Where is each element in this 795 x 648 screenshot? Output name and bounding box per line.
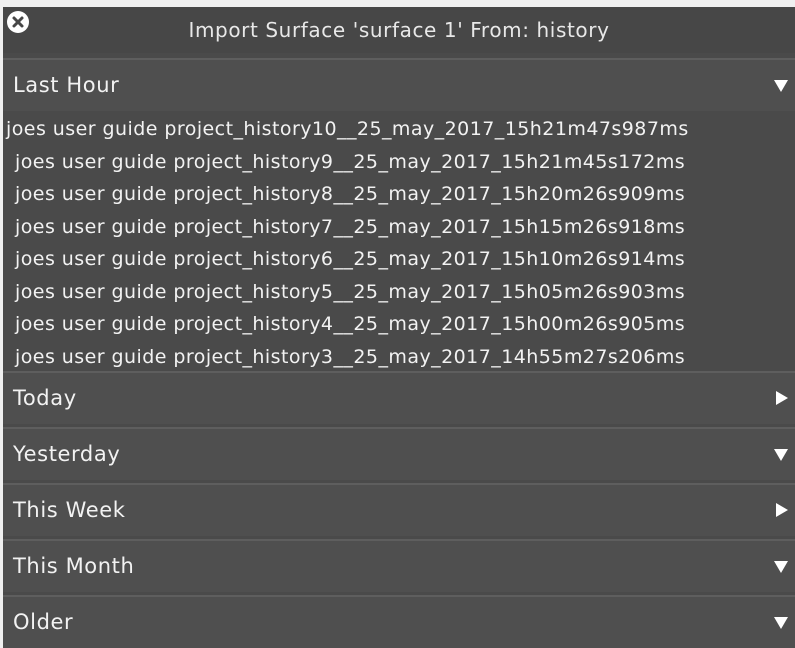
- section-yesterday[interactable]: Yesterday: [3, 427, 795, 480]
- section-label-this-week: This Week: [13, 498, 126, 522]
- history-item[interactable]: joes user guide project_history9__25_may…: [3, 146, 795, 179]
- history-item[interactable]: joes user guide project_history3__25_may…: [3, 341, 795, 374]
- triangle-down-icon[interactable]: [773, 558, 789, 574]
- history-item[interactable]: joes user guide project_history8__25_may…: [3, 178, 795, 211]
- history-item[interactable]: joes user guide project_history5__25_may…: [3, 276, 795, 309]
- history-item[interactable]: joes user guide project_history7__25_may…: [3, 211, 795, 244]
- history-item-label: joes user guide project_history3__25_may…: [15, 345, 686, 368]
- section-label-today: Today: [13, 386, 77, 410]
- dialog-titlebar: Import Surface 'surface 1' From: history: [3, 7, 795, 53]
- history-item-label: joes user guide project_history8__25_may…: [15, 183, 686, 205]
- section-label-last-hour: Last Hour: [13, 73, 120, 97]
- history-item-label: joes user guide project_history9__25_may…: [15, 150, 686, 173]
- history-item[interactable]: joes user guide project_history4__25_may…: [3, 308, 795, 341]
- history-list-last-hour: joes user guide project_history10__25_ma…: [3, 113, 795, 371]
- history-item-label: joes user guide project_history7__25_may…: [15, 215, 686, 238]
- import-surface-dialog: Import Surface 'surface 1' From: history…: [3, 7, 795, 648]
- triangle-down-icon[interactable]: [773, 446, 789, 462]
- section-this-month[interactable]: This Month: [3, 539, 795, 592]
- history-item[interactable]: joes user guide project_history6__25_may…: [3, 243, 795, 276]
- section-this-week[interactable]: This Week: [3, 483, 795, 536]
- history-item-label: joes user guide project_history10__25_ma…: [6, 118, 689, 140]
- section-label-yesterday: Yesterday: [13, 442, 121, 466]
- history-item-label: joes user guide project_history4__25_may…: [15, 313, 686, 335]
- section-last-hour[interactable]: Last Hour: [3, 58, 795, 111]
- triangle-right-icon[interactable]: [773, 502, 789, 518]
- triangle-down-icon[interactable]: [773, 77, 789, 93]
- history-item-label: joes user guide project_history6__25_may…: [15, 248, 686, 270]
- triangle-right-icon[interactable]: [773, 390, 789, 406]
- close-icon[interactable]: [7, 11, 29, 33]
- section-label-older: Older: [13, 610, 74, 634]
- section-label-this-month: This Month: [13, 554, 135, 578]
- triangle-down-icon[interactable]: [773, 614, 789, 630]
- section-today[interactable]: Today: [3, 371, 795, 424]
- section-older[interactable]: Older: [3, 595, 795, 648]
- history-item[interactable]: joes user guide project_history10__25_ma…: [3, 113, 795, 146]
- close-x-glyph: [12, 16, 24, 28]
- dialog-title: Import Surface 'surface 1' From: history: [188, 18, 610, 42]
- history-item-label: joes user guide project_history5__25_may…: [15, 280, 686, 303]
